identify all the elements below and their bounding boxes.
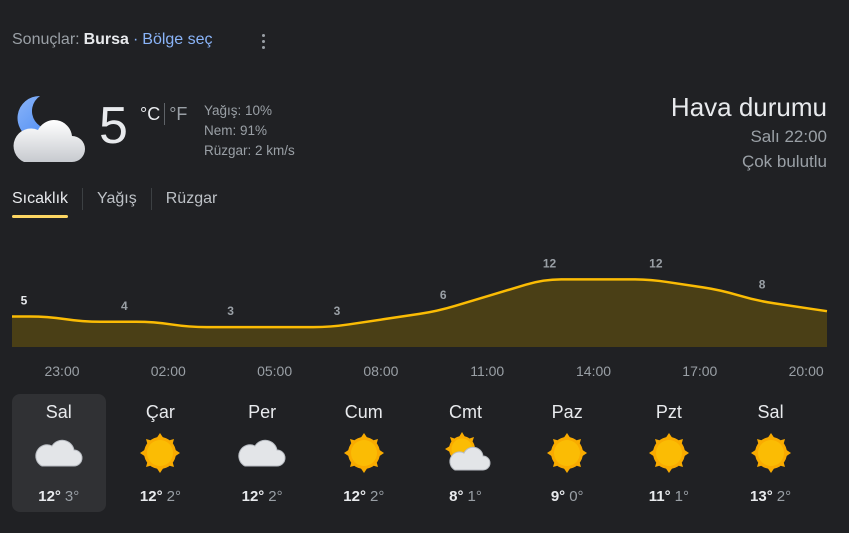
hour-label: 08:00 bbox=[363, 363, 399, 379]
low-temp: 1° bbox=[467, 488, 482, 505]
high-temp: 13° bbox=[750, 488, 773, 505]
low-temp: 2° bbox=[268, 488, 283, 505]
hour-label: 02:00 bbox=[150, 363, 186, 379]
low-temp: 2° bbox=[776, 488, 792, 505]
hour-label: 20:00 bbox=[788, 363, 824, 379]
tab-temperature[interactable]: Sıcaklık bbox=[12, 188, 69, 218]
day-temps: 9° 0° bbox=[551, 488, 584, 505]
separator: · bbox=[132, 31, 139, 48]
chart-value-label: 6 bbox=[440, 288, 447, 302]
unit-switcher: °C °F bbox=[140, 103, 187, 125]
sunny-icon bbox=[343, 433, 384, 473]
chart-value-label: 8 bbox=[759, 278, 766, 292]
forecast-day[interactable]: Çar 12° 2° bbox=[114, 394, 208, 512]
hour-labels: 23:00 02:00 05:00 08:00 11:00 14:00 17:00 20:00 bbox=[0, 363, 849, 383]
sunny-icon bbox=[140, 433, 181, 473]
day-temps: 13° 2° bbox=[750, 488, 791, 505]
hour-label: 14:00 bbox=[575, 363, 612, 379]
chart-value-label: 12 bbox=[649, 256, 663, 270]
sunny-icon bbox=[648, 433, 689, 473]
sunny-icon bbox=[547, 433, 588, 473]
results-label: Sonuçlar: bbox=[12, 31, 80, 48]
tab-divider bbox=[82, 188, 84, 210]
low-temp: 0° bbox=[569, 488, 584, 505]
unit-celsius[interactable]: °C bbox=[140, 104, 160, 125]
day-temps: 8° 1° bbox=[449, 488, 482, 505]
low-temp: 1° bbox=[674, 488, 689, 505]
chart-value-label: 4 bbox=[121, 299, 128, 313]
day-name: Pzt bbox=[655, 402, 682, 422]
day-temps: 12° 3° bbox=[38, 488, 79, 505]
forecast-day[interactable]: Cmt 8° 1° bbox=[419, 394, 513, 512]
cloudy-icon bbox=[35, 439, 83, 467]
low-temp: 2° bbox=[166, 488, 181, 505]
weather-details: Yağış: 10% Nem: 91% Rüzgar: 2 km/s bbox=[204, 101, 295, 161]
weather-title: Hava durumu bbox=[670, 92, 827, 122]
wind-text: Rüzgar: 2 km/s bbox=[204, 143, 295, 158]
current-temperature: 5 bbox=[99, 97, 128, 155]
select-region-link[interactable]: Bölge seç bbox=[142, 31, 212, 49]
tab-divider bbox=[150, 188, 152, 210]
day-name: Cmt bbox=[449, 402, 482, 422]
hour-label: 17:00 bbox=[682, 363, 718, 379]
unit-fahrenheit[interactable]: °F bbox=[169, 104, 187, 125]
day-temps: 12° 2° bbox=[343, 488, 384, 505]
hour-label: 05:00 bbox=[257, 363, 293, 379]
high-temp: 9° bbox=[550, 488, 566, 505]
temperature-chart[interactable]: 5 4 3 3 6 12 12 8 bbox=[0, 250, 849, 350]
unit-divider bbox=[164, 103, 166, 125]
high-temp: 12° bbox=[241, 488, 265, 505]
chart-value-label: 5 bbox=[21, 294, 28, 308]
low-temp: 3° bbox=[64, 488, 80, 505]
weather-condition: Çok bulutlu bbox=[741, 152, 827, 171]
chart-value-label: 3 bbox=[227, 304, 234, 318]
day-name: Sal bbox=[45, 402, 72, 422]
tab-wind[interactable]: Rüzgar bbox=[166, 188, 218, 218]
partly-cloudy-icon bbox=[444, 432, 490, 471]
high-temp: 8° bbox=[449, 488, 464, 505]
results-header: Sonuçlar: Bursa · Bölge seç bbox=[12, 31, 213, 49]
chart-value-label: 12 bbox=[543, 256, 557, 270]
high-temp: 12° bbox=[343, 488, 366, 505]
sunny-icon bbox=[750, 433, 791, 473]
cloudy-icon bbox=[238, 439, 286, 467]
night-cloudy-icon bbox=[13, 95, 85, 162]
low-temp: 2° bbox=[369, 488, 385, 505]
forecast-day[interactable]: Sal 13° 2° bbox=[724, 394, 818, 512]
precipitation-text: Yağış: 10% bbox=[204, 103, 273, 118]
day-temps: 11° 1° bbox=[649, 488, 689, 505]
high-temp: 11° bbox=[648, 488, 671, 505]
weather-time: Salı 22:00 bbox=[750, 127, 827, 146]
day-name: Çar bbox=[145, 402, 175, 422]
day-name: Paz bbox=[551, 402, 583, 422]
tab-precipitation[interactable]: Yağış bbox=[97, 188, 137, 218]
day-name: Sal bbox=[757, 402, 784, 422]
forecast-day[interactable]: Pzt 11° 1° bbox=[622, 394, 716, 512]
hour-label: 23:00 bbox=[44, 363, 80, 379]
daily-forecast: Sal 12° 3° Çar 12° 2° Per 12° 2° Cum 12° 2° … bbox=[12, 394, 817, 512]
weather-tabs: Sıcaklık Yağış Rüzgar bbox=[12, 188, 217, 218]
forecast-day[interactable]: Cum 12° 2° bbox=[317, 394, 411, 512]
day-name: Cum bbox=[344, 402, 383, 422]
forecast-day[interactable]: Per 12° 2° bbox=[215, 394, 309, 512]
humidity-text: Nem: 91% bbox=[204, 123, 268, 138]
location-name: Bursa bbox=[83, 31, 129, 48]
hour-label: 11:00 bbox=[470, 363, 505, 379]
more-vert-icon[interactable] bbox=[252, 29, 274, 53]
chart-value-label: 3 bbox=[334, 304, 341, 318]
day-temps: 12° 2° bbox=[140, 488, 181, 505]
day-temps: 12° 2° bbox=[242, 488, 283, 505]
day-name: Per bbox=[248, 402, 277, 422]
forecast-day[interactable]: Paz 9° 0° bbox=[520, 394, 614, 512]
forecast-day[interactable]: Sal 12° 3° bbox=[12, 394, 106, 512]
high-temp: 12° bbox=[38, 488, 61, 505]
high-temp: 12° bbox=[139, 488, 163, 505]
